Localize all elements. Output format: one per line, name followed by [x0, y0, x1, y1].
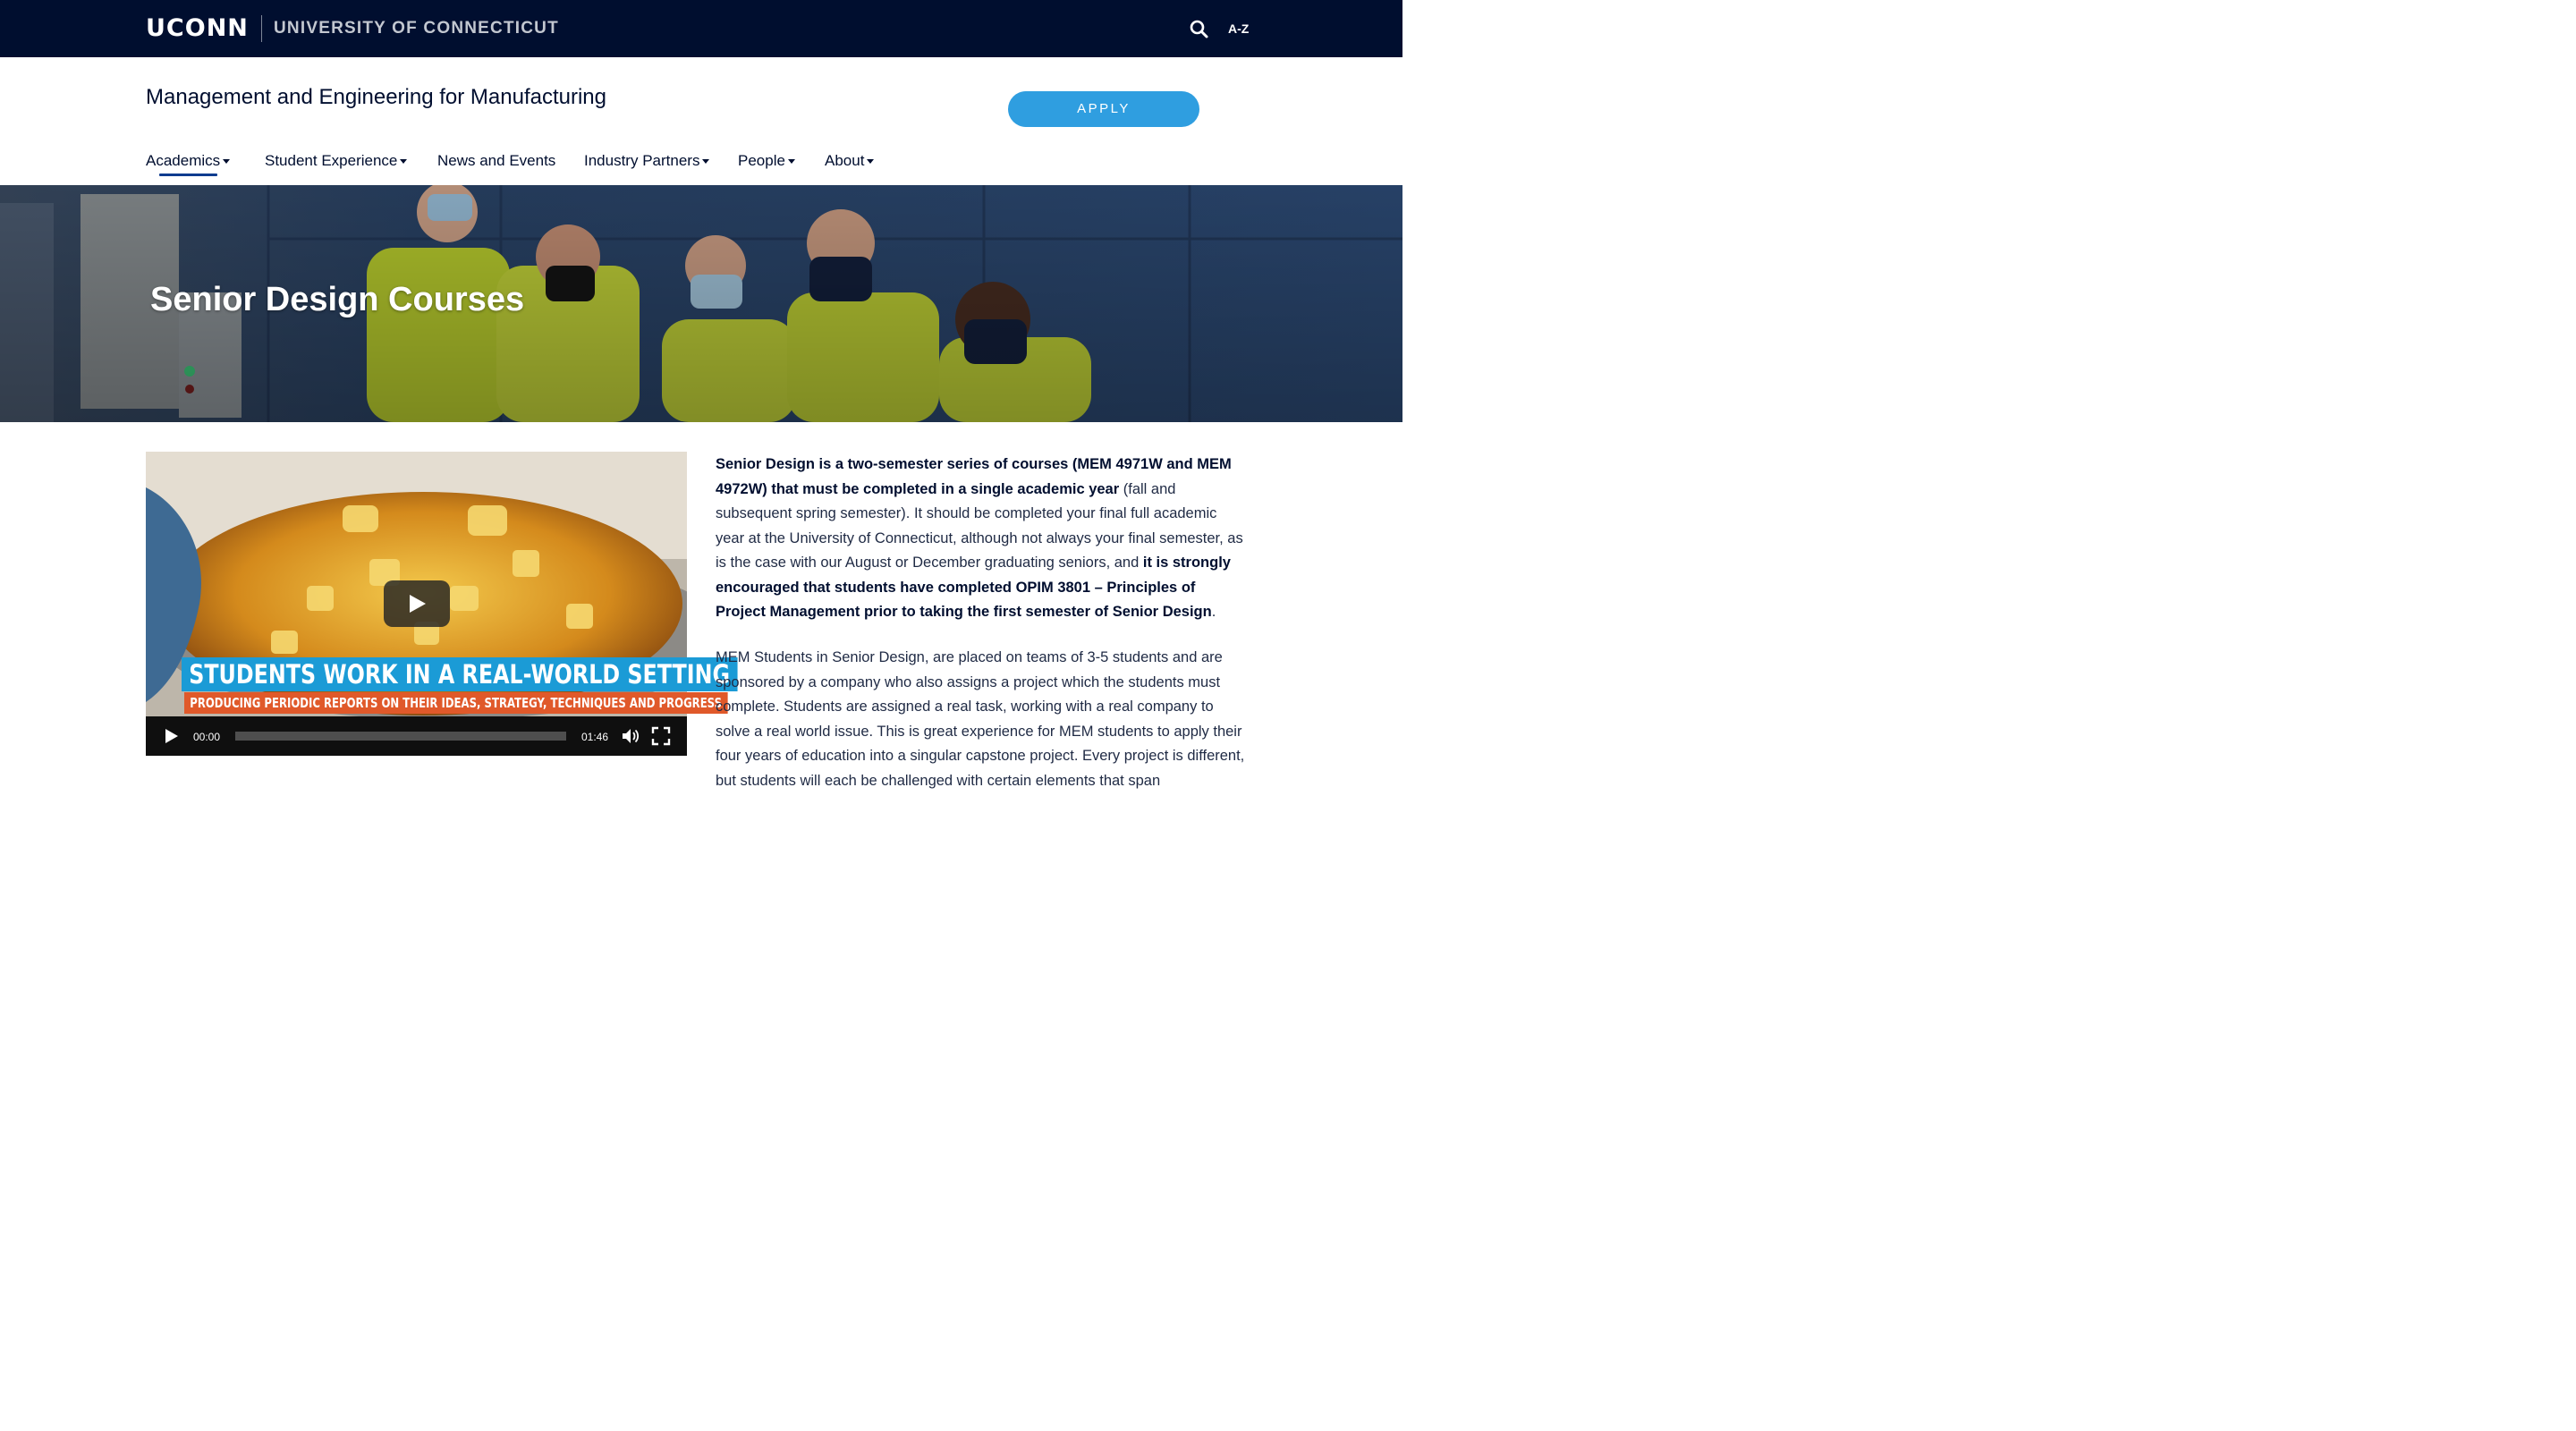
page-title: Senior Design Courses: [150, 281, 525, 318]
nav-item-label: Student Experience: [265, 152, 398, 169]
video-caption-title: STUDENTS WORK IN A REAL-WORLD SETTING: [182, 657, 738, 691]
teams-paragraph: MEM Students in Senior Design, are place…: [716, 649, 1245, 789]
nav-item-label: News and Events: [437, 152, 556, 169]
a-z-link[interactable]: A-Z: [1228, 21, 1249, 36]
caret-down-icon: [867, 159, 875, 165]
intro-end: .: [1211, 604, 1216, 620]
nav-item-industry-partners[interactable]: Industry Partners: [584, 151, 710, 171]
progress-bar[interactable]: [235, 732, 566, 741]
nav-item-student-experience[interactable]: Student Experience: [265, 151, 408, 171]
caret-down-icon: [702, 159, 710, 165]
play-icon[interactable]: [165, 728, 179, 744]
site-title[interactable]: Management and Engineering for Manufactu…: [146, 84, 606, 111]
nav-item-news-and-events[interactable]: News and Events: [437, 151, 555, 171]
logo-divider: [261, 15, 262, 42]
video-caption-subtitle: PRODUCING PERIODIC REPORTS ON THEIR IDEA…: [184, 692, 728, 714]
intro-paragraph: Senior Design is a two-semester series o…: [716, 453, 1248, 625]
search-icon[interactable]: [1188, 18, 1211, 41]
caret-down-icon: [223, 159, 231, 165]
play-button[interactable]: [384, 580, 450, 627]
university-name[interactable]: UNIVERSITY OF CONNECTICUT: [274, 19, 559, 38]
fullscreen-icon[interactable]: [651, 726, 671, 746]
caret-down-icon: [400, 159, 408, 165]
nav-item-label: Academics: [146, 152, 221, 169]
nav-item-people[interactable]: People: [738, 151, 795, 171]
duration: 01:46: [581, 731, 609, 743]
nav-item-about[interactable]: About: [825, 151, 875, 171]
nav-item-label: Industry Partners: [584, 152, 700, 169]
volume-icon[interactable]: [621, 726, 640, 746]
nav-item-label: People: [738, 152, 785, 169]
nav-active-indicator: [159, 174, 217, 176]
uconn-logo[interactable]: UCONN: [146, 13, 249, 45]
apply-button[interactable]: APPLY: [1008, 91, 1199, 127]
caret-down-icon: [787, 159, 795, 165]
nav-item-label: About: [825, 152, 865, 169]
nav-item-academics[interactable]: Academics: [146, 151, 231, 171]
current-time: 00:00: [193, 731, 221, 743]
